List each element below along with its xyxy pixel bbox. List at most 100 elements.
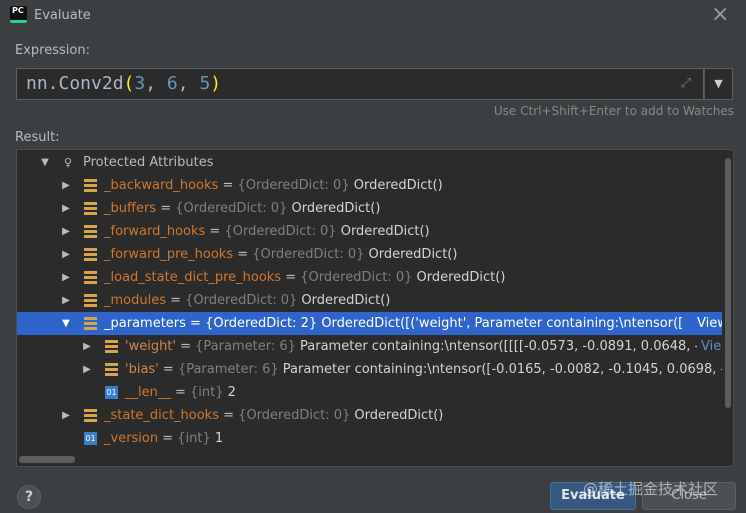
collapsed-arrow-icon[interactable]: ▶: [60, 174, 72, 197]
var-eq: =: [175, 339, 196, 354]
field-icon: [84, 409, 97, 422]
history-dropdown-button[interactable]: ▼: [704, 68, 733, 100]
tree-row[interactable]: ▶ _modules = {OrderedDict: 0} OrderedDic…: [17, 289, 723, 312]
tree-row[interactable]: ▶ _backward_hooks = {OrderedDict: 0} Ord…: [17, 174, 723, 197]
var-eq: =: [218, 178, 238, 193]
field-icon: [105, 363, 118, 376]
var-type: {OrderedDict: 0}: [224, 224, 337, 239]
var-type: {Parameter: 6}: [195, 339, 296, 354]
collapsed-arrow-icon[interactable]: ▶: [60, 197, 72, 220]
var-value: OrderedDict(): [412, 270, 506, 285]
expression-open-paren: (: [123, 73, 135, 94]
expand-icon[interactable]: ⤢: [681, 69, 691, 99]
help-button[interactable]: ?: [17, 485, 41, 509]
tree-row[interactable]: ▶ _forward_pre_hooks = {OrderedDict: 0} …: [17, 243, 723, 266]
var-type: {OrderedDict: 0}: [237, 178, 350, 193]
var-value: 1: [210, 431, 224, 446]
field-icon: [84, 225, 97, 238]
tree-row[interactable]: ▶ 'weight' = {Parameter: 6} Parameter co…: [17, 335, 723, 358]
var-name: _forward_pre_hooks: [104, 247, 234, 262]
var-name: __len__: [125, 385, 171, 400]
var-value: Parameter containing:\ntensor([[[[-0.057…: [300, 339, 697, 354]
var-value: Parameter containing:\ntensor([-0.0165, …: [282, 362, 723, 377]
var-eq: =: [158, 431, 178, 446]
expression-function: nn.Conv2d: [26, 73, 124, 94]
var-eq: =: [156, 201, 176, 216]
var-value: OrderedDict(): [336, 224, 430, 239]
var-value: OrderedDict(): [349, 178, 443, 193]
watermark: @稀土掘金技术社区: [583, 480, 719, 498]
var-type: {OrderedDict: 0}: [300, 270, 413, 285]
var-eq: =: [233, 247, 253, 262]
collapsed-arrow-icon[interactable]: ▶: [60, 289, 72, 312]
tree-row[interactable]: 01 __len__ = {int} 2: [17, 381, 723, 404]
var-type: {OrderedDict: 2}: [205, 316, 318, 331]
field-icon: [84, 294, 97, 307]
var-name: _modules: [104, 293, 166, 308]
expression-arg-3: 5: [199, 73, 211, 94]
close-icon[interactable]: ×: [711, 3, 729, 27]
var-name: _parameters: [104, 316, 186, 331]
tree-row[interactable]: ▶ 'bias' = {Parameter: 6} Parameter cont…: [17, 358, 723, 381]
var-type: {OrderedDict: 0}: [238, 408, 351, 423]
key-icon: ♀: [64, 156, 73, 169]
expanded-arrow-icon[interactable]: ▼: [60, 312, 72, 335]
expression-input[interactable]: nn.Conv2d(3, 6, 5) ⤢: [16, 68, 704, 100]
expression-label: Expression:: [15, 43, 90, 58]
expression-close-paren: ): [210, 73, 222, 94]
var-value: OrderedDict(): [364, 247, 458, 262]
group-label: Protected Attributes: [83, 155, 214, 170]
view-link[interactable]: View: [697, 312, 723, 335]
field-icon: [105, 340, 118, 353]
tree-row[interactable]: 01 _version = {int} 1: [17, 427, 723, 450]
var-eq: =: [205, 224, 225, 239]
tree-row[interactable]: ▶ _state_dict_hooks = {OrderedDict: 0} O…: [17, 404, 723, 427]
collapsed-arrow-icon[interactable]: ▶: [60, 220, 72, 243]
horizontal-scrollbar-thumb[interactable]: [19, 456, 75, 463]
tree-row[interactable]: ▶ _forward_hooks = {OrderedDict: 0} Orde…: [17, 220, 723, 243]
var-type: {int}: [190, 385, 224, 400]
int-icon: 01: [105, 386, 118, 399]
tree-row[interactable]: ▶ _buffers = {OrderedDict: 0} OrderedDic…: [17, 197, 723, 220]
chevron-down-icon: ▼: [714, 77, 723, 90]
vertical-scrollbar[interactable]: [722, 150, 733, 466]
watches-hint: Use Ctrl+Shift+Enter to add to Watches: [493, 104, 734, 118]
var-name: _state_dict_hooks: [104, 408, 219, 423]
field-icon: [84, 248, 97, 261]
var-eq: =: [281, 270, 301, 285]
result-label: Result:: [15, 130, 60, 145]
var-type: {Parameter: 6}: [177, 362, 279, 377]
collapsed-arrow-icon[interactable]: ▶: [60, 243, 72, 266]
var-value: OrderedDict([('weight', Parameter contai…: [321, 316, 684, 331]
var-value: OrderedDict(): [350, 408, 444, 423]
var-value: OrderedDict(): [297, 293, 391, 308]
var-value: 2: [223, 385, 236, 400]
int-icon: 01: [84, 432, 97, 445]
field-icon: [84, 271, 97, 284]
var-name: _version: [104, 431, 159, 446]
expression-sep-1: ,: [145, 73, 167, 94]
var-type: {OrderedDict: 0}: [185, 293, 298, 308]
collapsed-arrow-icon[interactable]: ▶: [81, 335, 93, 358]
tree-row[interactable]: ▼ ♀ Protected Attributes: [17, 151, 723, 174]
var-eq: =: [170, 385, 191, 400]
tree-row[interactable]: ▶ _load_state_dict_pre_hooks = {OrderedD…: [17, 266, 723, 289]
tree-row-selected[interactable]: ▼ _parameters = {OrderedDict: 2} Ordered…: [17, 312, 723, 335]
pycharm-logo-icon: PC: [10, 6, 27, 23]
collapsed-arrow-icon[interactable]: ▶: [60, 404, 72, 427]
var-value: OrderedDict(): [287, 201, 381, 216]
expanded-arrow-icon[interactable]: ▼: [39, 151, 51, 174]
expression-arg-1: 3: [134, 73, 146, 94]
title-bar: PC Evaluate ×: [0, 0, 746, 32]
view-link[interactable]: View: [701, 335, 723, 358]
var-type: {OrderedDict: 0}: [252, 247, 365, 262]
collapsed-arrow-icon[interactable]: ▶: [60, 266, 72, 289]
expression-arg-2: 6: [166, 73, 178, 94]
result-tree[interactable]: ▼ ♀ Protected Attributes ▶ _backward_hoo…: [16, 149, 734, 467]
var-name: 'weight': [125, 339, 176, 354]
var-eq: =: [185, 316, 206, 331]
vertical-scrollbar-thumb[interactable]: [725, 158, 731, 408]
var-name: 'bias': [125, 362, 159, 377]
var-type: {OrderedDict: 0}: [175, 201, 288, 216]
collapsed-arrow-icon[interactable]: ▶: [81, 358, 93, 381]
